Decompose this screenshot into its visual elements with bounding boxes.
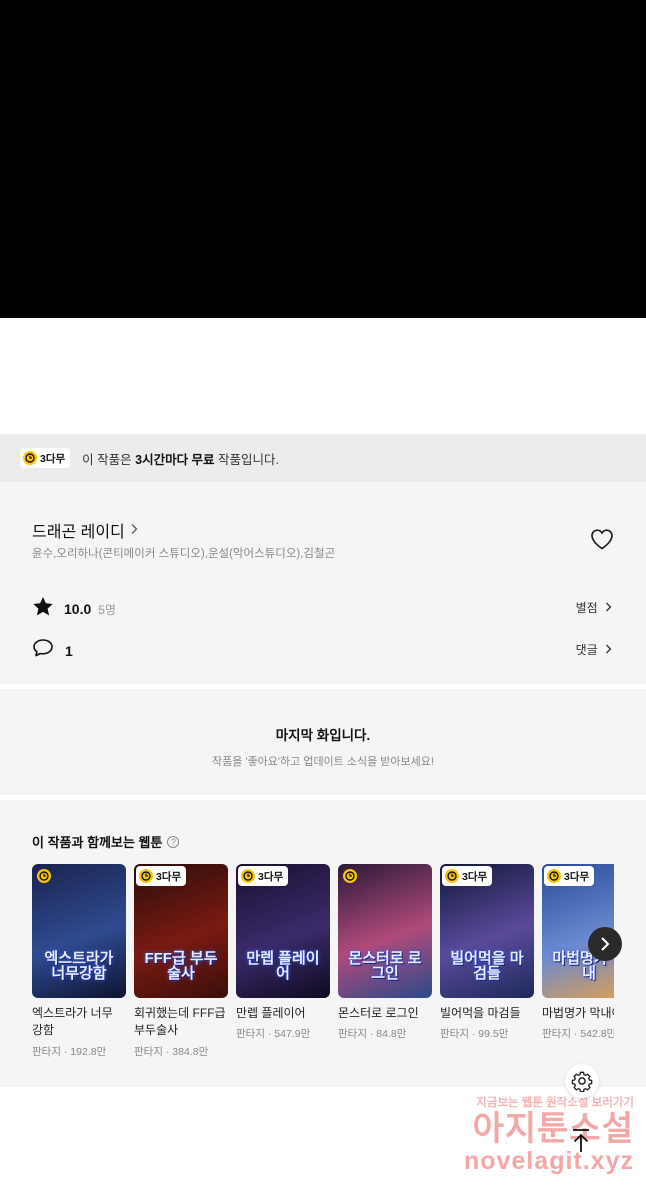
recommend-list: 엑스트라가 너무강함엑스트라가 너무 강함판타지 · 192.8만 3다무 FFF급… xyxy=(32,864,614,1074)
clock-icon xyxy=(37,869,51,883)
arrow-up-icon xyxy=(573,1129,589,1152)
gear-icon xyxy=(571,1071,593,1092)
3-day-free-badge xyxy=(340,866,363,886)
cover-image[interactable]: 3다무빌어먹을 마검들 xyxy=(440,864,534,998)
cover-title-art: 몬스터로 로그인 xyxy=(348,949,422,983)
watermark: 지금보는 웹툰 원작소설 보러가기 아지툰소설 novelagit.xyz xyxy=(444,1094,634,1174)
last-episode-subtitle: 작품을 '좋아요'하고 업데이트 소식을 받아보세요! xyxy=(212,756,434,768)
3-day-free-badge xyxy=(34,866,57,886)
badge-label: 3다무 xyxy=(40,452,66,465)
comment-link-label[interactable]: 댓글 xyxy=(576,643,598,657)
clock-icon xyxy=(139,869,153,883)
recommend-card[interactable]: 3다무 빌어먹을 마검들 빌어먹을 마검들 판타지 · 99.5만 xyxy=(440,864,534,1041)
scroll-top-button[interactable] xyxy=(566,1126,596,1161)
card-meta: 판타지 · 384.8만 xyxy=(134,1045,209,1058)
3-day-free-badge: 3다무 xyxy=(136,866,187,886)
series-title-link[interactable]: 드래곤 레이디 xyxy=(32,518,138,542)
chevron-right-icon xyxy=(130,523,138,538)
recommend-card[interactable]: 엑스트라가 너무강함엑스트라가 너무 강함판타지 · 192.8만 xyxy=(32,864,126,1059)
recommend-heading-label: 이 작품과 함께보는 웹툰 xyxy=(32,835,163,850)
cover-title-art: 빌어먹을 마검들 xyxy=(450,949,524,983)
next-button[interactable] xyxy=(588,927,622,961)
comment-icon xyxy=(32,638,54,663)
clock-icon xyxy=(23,451,37,465)
series-info-section: 드래곤 레이디 윤수,오리하나(콘티메이커 스튜디오),운설(악어스튜디오),김… xyxy=(0,482,646,684)
comment-count: 1 xyxy=(65,642,73,659)
recommend-section: 이 작품과 함께보는 웹툰 ? 엑스트라가 너무강함엑스트라가 너무 강함판타지… xyxy=(0,800,646,1087)
card-title[interactable]: 빌어먹을 마검들 xyxy=(440,1005,532,1022)
comment-row: 1 xyxy=(32,638,73,663)
notice-post: 작품입니다. xyxy=(214,452,280,467)
rating-row: 10.0 5명 xyxy=(32,596,116,622)
last-episode-title: 마지막 화입니다. xyxy=(275,728,371,743)
clock-icon xyxy=(241,869,255,883)
badge-label: 3다무 xyxy=(564,870,590,883)
cover-title-art: FFF급 부두술사 xyxy=(144,949,218,983)
badge-label: 3다무 xyxy=(462,870,488,883)
card-meta: 판타지 · 542.8만 xyxy=(542,1028,614,1041)
chevron-right-icon xyxy=(606,602,612,612)
watermark-line3: novelagit.xyz xyxy=(464,1146,634,1175)
card-title[interactable]: 회귀했는데 FFF급 부두술사 xyxy=(134,1005,226,1040)
recommend-card[interactable]: 몬스터로 로그인 몬스터로 로그인 판타지 · 84.8만 xyxy=(338,864,432,1041)
3-day-free-badge: 3다무 xyxy=(20,448,71,468)
card-meta: 판타지 · 547.9만 xyxy=(236,1028,311,1041)
notice-pre: 이 작품은 xyxy=(82,452,136,467)
3-day-free-badge: 3다무 xyxy=(238,866,289,886)
rating-value: 10.0 xyxy=(64,601,92,617)
rate-link[interactable]: 별점 xyxy=(576,599,612,616)
cover-image[interactable]: 몬스터로 로그인 xyxy=(338,864,432,998)
card-meta: 판타지 · 192.8만 xyxy=(32,1045,107,1058)
cover-image[interactable]: 엑스트라가 너무강함 xyxy=(32,864,126,998)
badge-label: 3다무 xyxy=(258,870,284,883)
recommend-heading: 이 작품과 함께보는 웹툰 ? xyxy=(32,832,180,851)
chevron-right-icon xyxy=(601,937,610,951)
card-meta: 판타지 · 99.5만 xyxy=(440,1028,509,1041)
heart-icon[interactable] xyxy=(590,528,614,555)
watermark-line1: 지금보는 웹툰 원작소설 보러가기 xyxy=(476,1097,634,1109)
3-day-free-badge: 3다무 xyxy=(442,866,493,886)
series-authors: 윤수,오리하나(콘티메이커 스튜디오),운설(악어스튜디오),김철곤 xyxy=(32,548,336,560)
recommend-card[interactable]: 3다무 만렙 플레이어 만렙 플레이어 판타지 · 547.9만 xyxy=(236,864,330,1041)
series-title[interactable]: 드래곤 레이디 xyxy=(32,518,125,542)
comment-link[interactable]: 댓글 xyxy=(576,641,612,658)
clock-icon xyxy=(343,869,357,883)
video-area xyxy=(0,0,646,318)
help-icon[interactable]: ? xyxy=(167,835,180,848)
rating-count: 5명 xyxy=(98,602,116,617)
last-episode-section: 마지막 화입니다. 작품을 '좋아요'하고 업데이트 소식을 받아보세요! xyxy=(0,689,646,795)
card-title[interactable]: 마법명가 막내아들 xyxy=(542,1005,614,1022)
rate-link-label[interactable]: 별점 xyxy=(576,601,598,615)
clock-icon xyxy=(445,869,459,883)
watermark-line2: 아지툰소설 xyxy=(472,1110,634,1148)
free-notice-bar: 3다무 이 작품은 3시간마다 무료 작품입니다. xyxy=(0,434,646,482)
notice-text: 이 작품은 3시간마다 무료 작품입니다. xyxy=(82,449,279,468)
clock-icon xyxy=(547,869,561,883)
card-title[interactable]: 몬스터로 로그인 xyxy=(338,1005,430,1022)
notice-bold: 3시간마다 무료 xyxy=(135,452,215,467)
recommend-card[interactable]: 3다무 FFF급 부두술사회귀했는데 FFF급 부두술사판타지 · 384.8만 xyxy=(134,864,228,1059)
card-title[interactable]: 엑스트라가 너무 강함 xyxy=(32,1005,124,1040)
cover-title-art: 엑스트라가 너무강함 xyxy=(44,949,114,983)
star-icon xyxy=(32,596,54,622)
cover-title-art: 만렙 플레이어 xyxy=(246,949,320,983)
cover-image[interactable]: 3다무 FFF급 부두술사 xyxy=(134,864,228,998)
badge-label: 3다무 xyxy=(156,870,182,883)
chevron-right-icon xyxy=(606,644,612,654)
card-title[interactable]: 만렙 플레이어 xyxy=(236,1005,328,1022)
card-meta: 판타지 · 84.8만 xyxy=(338,1028,407,1041)
settings-button[interactable] xyxy=(565,1064,599,1098)
3-day-free-badge: 3다무 xyxy=(544,866,595,886)
cover-image[interactable]: 3다무만렙 플레이어 xyxy=(236,864,330,998)
